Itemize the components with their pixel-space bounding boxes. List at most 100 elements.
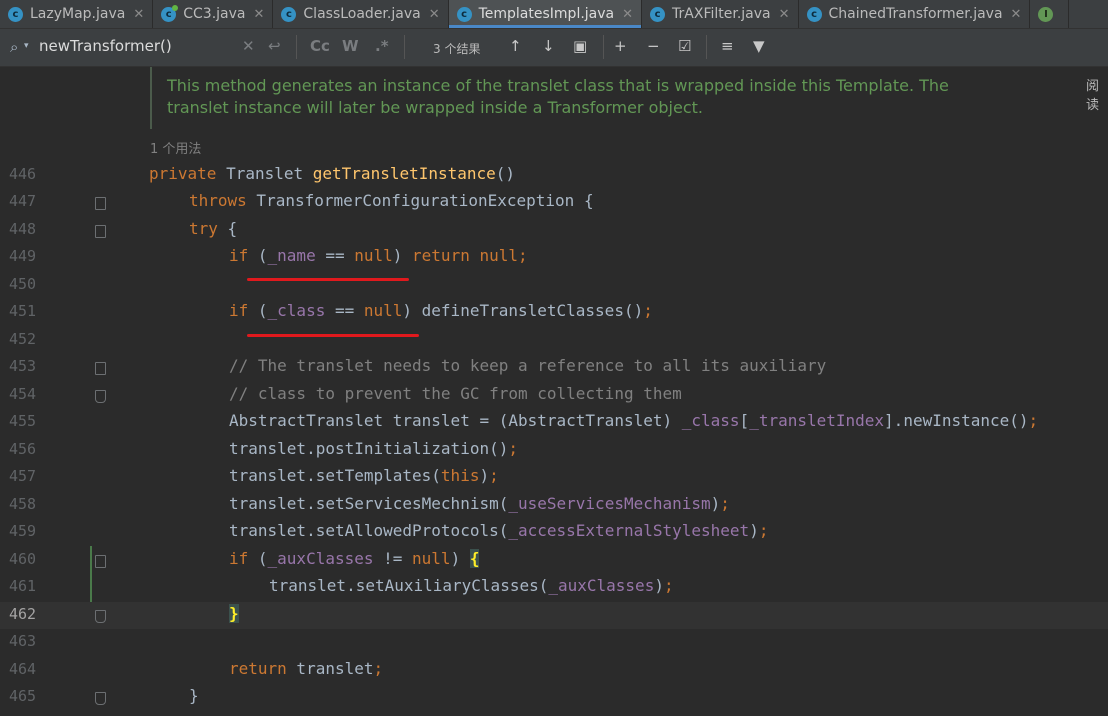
remove-occurrence-icon[interactable]: − [647,37,660,55]
fold-marker-icon[interactable] [95,362,106,375]
doc-line: translet instance will later be wrapped … [167,98,703,117]
line-number[interactable]: 463 [9,632,36,650]
java-class-icon: c [806,6,822,22]
clear-search-icon[interactable]: ✕ [242,37,255,55]
code-text: translet.setAllowedProtocols(_accessExte… [229,521,769,540]
line-number[interactable]: 459 [9,522,36,540]
tab-chainedtransformer[interactable]: c ChainedTransformer.java ✕ [799,0,1031,28]
matched-brace: { [469,549,480,568]
fold-marker-icon[interactable] [95,390,106,403]
code-line: 451 if (_class == null) defineTransletCl… [0,299,1108,326]
line-number[interactable]: 461 [9,577,36,595]
code-text: translet.setTemplates(this); [229,466,499,485]
tab-classloader[interactable]: c ClassLoader.java ✕ [273,0,449,28]
filter-icon[interactable]: ▼ [753,37,765,55]
fold-marker-icon[interactable] [95,225,106,238]
code-line: 446 private Translet getTransletInstance… [0,162,1108,189]
line-number[interactable]: 451 [9,302,36,320]
tab-label: LazyMap.java [30,6,126,22]
line-number[interactable]: 448 [9,220,36,238]
search-input[interactable]: newTransformer() [39,37,172,55]
usages-hint[interactable]: 1 个用法 [150,138,201,157]
java-class-icon: c [650,6,666,22]
tab-templatesimpl[interactable]: c TemplatesImpl.java ✕ [448,0,643,28]
code-line: 464 return translet; [0,657,1108,684]
code-line: 453 // The translet needs to keep a refe… [0,354,1108,381]
close-icon[interactable]: ✕ [429,7,440,22]
code-text: return translet; [229,659,384,678]
fold-marker-icon[interactable] [95,555,106,568]
line-number[interactable]: 460 [9,550,36,568]
line-number[interactable]: 450 [9,275,36,293]
editor-tab-bar: c LazyMap.java ✕ c CC3.java ✕ c ClassLoa… [0,0,1108,29]
line-number[interactable]: 458 [9,495,36,513]
code-text: private Translet getTransletInstance() [149,164,516,183]
code-line: 456 translet.postInitialization(); [0,437,1108,464]
tab-traxfilter[interactable]: c TrAXFilter.java ✕ [642,0,799,28]
line-number[interactable]: 447 [9,192,36,210]
code-text: AbstractTranslet translet = (AbstractTra… [229,411,1039,430]
tab-label: TemplatesImpl.java [478,6,615,22]
code-line: 452 [0,327,1108,354]
code-text: translet.setAuxiliaryClasses(_auxClasses… [269,576,674,595]
line-number[interactable]: 462 [9,605,36,623]
code-line: 450 [0,272,1108,299]
line-number[interactable]: 455 [9,412,36,430]
line-number[interactable]: 453 [9,357,36,375]
reader-mode-label[interactable]: 阅读 [1086,75,1108,113]
select-all-checkbox-icon[interactable]: ☑ [678,37,691,55]
line-number[interactable]: 449 [9,247,36,265]
rendered-doc-comment: This method generates an instance of the… [150,67,1097,129]
line-number[interactable]: 457 [9,467,36,485]
java-class-icon: c [161,4,179,22]
search-history-dropdown-icon[interactable]: ▾ [24,41,29,51]
line-number[interactable]: 465 [9,687,36,705]
tab-interface[interactable]: I [1030,0,1070,28]
fold-marker-icon[interactable] [95,197,106,210]
tab-label: CC3.java [183,6,246,22]
close-icon[interactable]: ✕ [1011,7,1022,22]
tab-label: ClassLoader.java [303,6,421,22]
line-number[interactable]: 464 [9,660,36,678]
code-text: if (_auxClasses != null) { [229,549,480,568]
search-icon[interactable]: ⌕ [10,38,18,56]
tab-label: TrAXFilter.java [672,6,771,22]
line-number[interactable]: 452 [9,330,36,348]
line-number[interactable]: 456 [9,440,36,458]
find-bar: ⌕ ▾ newTransformer() ✕ ↩ Cc W .* 3 个结果 ↑… [0,29,1108,67]
java-class-icon: c [281,6,297,22]
close-icon[interactable]: ✕ [254,7,265,22]
add-occurrence-icon[interactable]: + [614,37,627,55]
tab-lazymap[interactable]: c LazyMap.java ✕ [0,0,154,28]
comment-text: // The translet needs to keep a referenc… [229,356,827,375]
separator [603,35,604,59]
next-occurrence-icon[interactable]: ↓ [542,37,555,55]
whole-words-toggle[interactable]: W [342,37,359,55]
tab-cc3[interactable]: c CC3.java ✕ [153,0,274,28]
regex-toggle[interactable]: .* [375,37,389,55]
fold-marker-icon[interactable] [95,610,106,623]
filter-lines-icon[interactable]: ≡ [721,37,734,55]
code-line: 459 translet.setAllowedProtocols(_access… [0,519,1108,546]
java-interface-icon: I [1038,6,1054,22]
code-editor[interactable]: This method generates an instance of the… [0,67,1108,716]
tab-label: ChainedTransformer.java [828,6,1003,22]
line-number[interactable]: 446 [9,165,36,183]
java-class-icon: c [8,6,23,22]
previous-occurrence-icon[interactable]: ↑ [509,37,522,55]
line-number[interactable]: 454 [9,385,36,403]
code-line: 454 // class to prevent the GC from coll… [0,382,1108,409]
close-icon[interactable]: ✕ [133,7,144,22]
close-icon[interactable]: ✕ [779,7,790,22]
doc-line: This method generates an instance of the… [167,76,949,95]
select-all-occurrences-icon[interactable]: ▣ [573,37,587,55]
code-line: 457 translet.setTemplates(this); [0,464,1108,491]
comment-text: // class to prevent the GC from collecti… [229,384,682,403]
code-text: if (_class == null) defineTransletClasse… [229,301,653,320]
new-line-icon[interactable]: ↩ [268,37,281,55]
match-case-toggle[interactable]: Cc [310,37,330,55]
close-icon[interactable]: ✕ [622,7,633,22]
code-line-current: 462 } [0,602,1108,629]
code-text: translet.postInitialization(); [229,439,518,458]
fold-marker-icon[interactable] [95,692,106,705]
